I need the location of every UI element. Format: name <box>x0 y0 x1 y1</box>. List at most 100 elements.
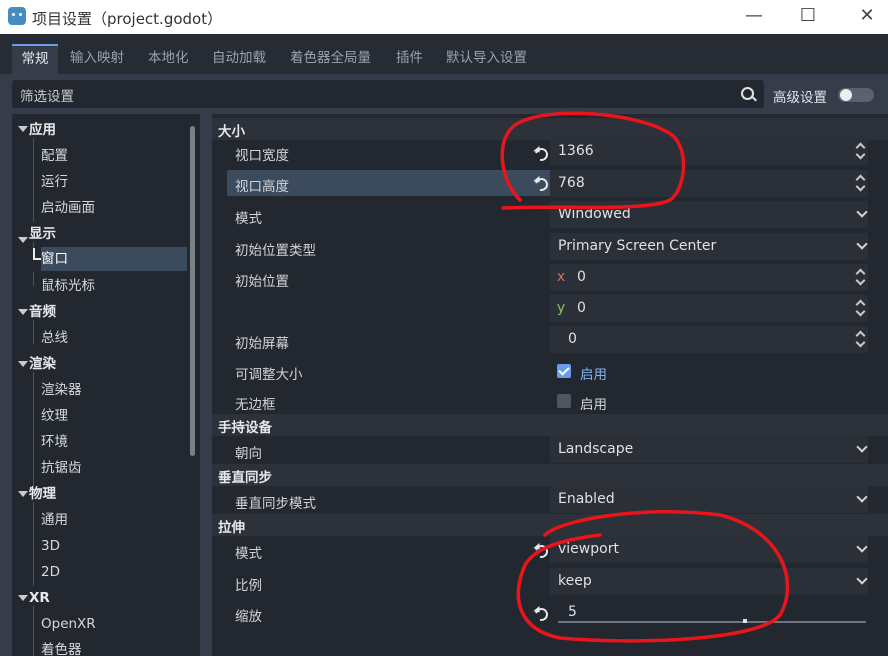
window-mode-value: Windowed <box>558 206 631 222</box>
godot-logo-icon <box>8 7 26 25</box>
settings-category-tree: 应用 配置 运行 启动画面 显示 窗口 鼠标光标 音频 总线 渲染 渲染器 纹理… <box>12 114 200 656</box>
section-size: 大小 <box>212 118 888 140</box>
search-icon <box>741 87 754 100</box>
window-mode-dropdown[interactable]: Windowed <box>550 201 868 228</box>
tree-item-anti-aliasing[interactable]: 抗锯齿 <box>41 456 82 480</box>
initial-position-type-label: 初始位置类型 <box>235 243 316 259</box>
stretch-mode-dropdown[interactable]: viewport <box>550 536 868 563</box>
initial-screen-value: 0 <box>568 331 577 347</box>
tree-item-textures[interactable]: 纹理 <box>41 404 68 428</box>
stretch-aspect-label: 比例 <box>235 578 262 594</box>
initial-position-y-spinbox[interactable]: 0 <box>572 295 868 322</box>
tab-plugins[interactable]: 插件 <box>396 44 423 74</box>
advanced-settings-toggle[interactable] <box>838 88 874 102</box>
borderless-checkbox-label[interactable]: 启用 <box>580 393 607 413</box>
viewport-height-value: 768 <box>558 175 585 191</box>
chevron-down-icon <box>856 541 868 553</box>
tree-item-display[interactable]: 显示 <box>29 222 56 246</box>
tree-scrollbar[interactable] <box>190 126 195 456</box>
spin-arrows-icon[interactable] <box>856 143 866 159</box>
initial-screen-spinbox[interactable]: 0 <box>550 326 868 353</box>
tree-item-buses[interactable]: 总线 <box>41 326 68 350</box>
advanced-settings-label: 高级设置 <box>773 90 827 106</box>
spin-arrows-icon[interactable] <box>856 269 866 285</box>
window-mode-label: 模式 <box>235 211 262 227</box>
filter-placeholder: 筛选设置 <box>20 89 74 105</box>
viewport-width-value: 1366 <box>558 143 594 159</box>
tab-input-map[interactable]: 输入映射 <box>70 44 124 74</box>
initial-position-type-value: Primary Screen Center <box>558 238 717 254</box>
tree-item-rendering[interactable]: 渲染 <box>29 352 56 376</box>
vsync-mode-value: Enabled <box>558 491 615 507</box>
close-button[interactable]: ✕ <box>852 5 882 27</box>
viewport-height-spinbox[interactable]: 768 <box>550 170 868 197</box>
initial-position-label: 初始位置 <box>235 274 289 290</box>
stretch-scale-value: 5 <box>568 604 577 620</box>
toggle-knob <box>840 89 852 101</box>
revert-icon[interactable] <box>532 145 551 164</box>
resizable-checkbox-label[interactable]: 启用 <box>580 363 607 383</box>
revert-icon[interactable] <box>532 542 551 561</box>
tab-localization[interactable]: 本地化 <box>148 44 189 74</box>
tree-item-mouse-cursor[interactable]: 鼠标光标 <box>41 274 95 298</box>
slider-track[interactable] <box>558 621 866 623</box>
spin-arrows-icon[interactable] <box>856 300 866 316</box>
tab-autoload[interactable]: 自动加载 <box>212 44 266 74</box>
viewport-width-spinbox[interactable]: 1366 <box>550 138 868 165</box>
revert-icon[interactable] <box>532 605 551 624</box>
tree-item-3d[interactable]: 3D <box>41 534 60 558</box>
tree-item-window[interactable]: 窗口 <box>41 247 187 271</box>
tree-item-audio[interactable]: 音频 <box>29 300 56 324</box>
tree-item-config[interactable]: 配置 <box>41 144 68 168</box>
tree-item-environment[interactable]: 环境 <box>41 430 68 454</box>
initial-position-type-dropdown[interactable]: Primary Screen Center <box>550 233 868 260</box>
stretch-aspect-value: keep <box>558 573 592 589</box>
chevron-down-icon <box>856 491 868 503</box>
initial-position-x-value: 0 <box>577 269 586 285</box>
chevron-down-icon <box>856 238 868 250</box>
section-handheld: 手持设备 <box>212 414 888 436</box>
spin-arrows-icon[interactable] <box>856 175 866 191</box>
stretch-scale-label: 缩放 <box>235 609 262 625</box>
chevron-down-icon <box>856 441 868 453</box>
tree-item-shaders[interactable]: 着色器 <box>41 638 82 656</box>
tab-general[interactable]: 常规 <box>12 44 58 76</box>
filter-settings-input[interactable]: 筛选设置 <box>12 80 764 108</box>
tree-item-renderer[interactable]: 渲染器 <box>41 378 82 402</box>
stretch-mode-label: 模式 <box>235 546 262 562</box>
minimize-button[interactable]: — <box>739 5 769 27</box>
borderless-checkbox[interactable] <box>557 394 571 408</box>
tab-shader-globals[interactable]: 着色器全局量 <box>290 44 371 74</box>
viewport-height-label: 视口高度 <box>235 179 289 195</box>
title-bar: 项目设置（project.godot） — ☐ ✕ <box>0 0 888 34</box>
settings-inspector-panel: 大小 视口宽度 1366 视口高度 768 模式 Windowed 初始位置类型… <box>212 114 888 656</box>
chevron-down-icon <box>856 206 868 218</box>
stretch-aspect-dropdown[interactable]: keep <box>550 568 868 595</box>
initial-position-x-spinbox[interactable]: 0 <box>572 264 868 291</box>
viewport-width-label: 视口宽度 <box>235 148 289 164</box>
tree-item-application[interactable]: 应用 <box>29 118 56 142</box>
tree-item-xr[interactable]: XR <box>29 586 50 610</box>
tree-item-common[interactable]: 通用 <box>41 508 68 532</box>
resizable-label: 可调整大小 <box>235 367 303 383</box>
section-vsync: 垂直同步 <box>212 464 888 486</box>
tree-item-2d[interactable]: 2D <box>41 560 60 584</box>
y-axis-label: y <box>550 295 572 322</box>
resizable-checkbox[interactable] <box>557 364 571 378</box>
tree-item-physics[interactable]: 物理 <box>29 482 56 506</box>
stretch-mode-value: viewport <box>558 541 619 557</box>
revert-icon[interactable] <box>532 175 551 194</box>
vsync-mode-label: 垂直同步模式 <box>235 496 316 512</box>
orientation-value: Landscape <box>558 441 634 457</box>
orientation-dropdown[interactable]: Landscape <box>550 436 868 463</box>
tree-item-openxr[interactable]: OpenXR <box>41 612 96 636</box>
x-axis-label: x <box>550 264 572 291</box>
tree-item-run[interactable]: 运行 <box>41 170 68 194</box>
tree-item-boot-splash[interactable]: 启动画面 <box>41 196 95 220</box>
orientation-label: 朝向 <box>235 446 262 462</box>
tab-import-defaults[interactable]: 默认导入设置 <box>446 44 527 74</box>
slider-grabber[interactable] <box>743 619 747 623</box>
spin-arrows-icon[interactable] <box>856 331 866 347</box>
maximize-button[interactable]: ☐ <box>793 5 823 27</box>
vsync-mode-dropdown[interactable]: Enabled <box>550 486 868 513</box>
